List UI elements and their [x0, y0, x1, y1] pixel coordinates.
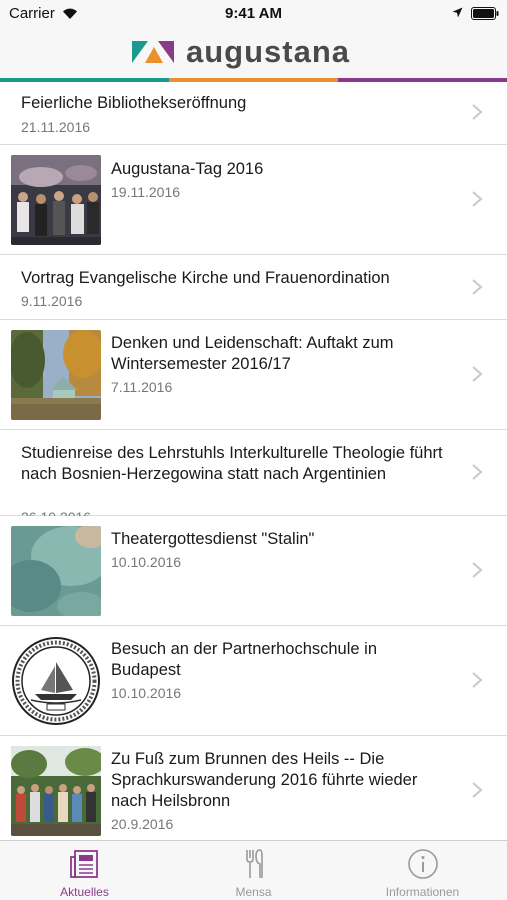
news-title: Denken und Leidenschaft: Auftakt zum Win… — [111, 334, 394, 373]
info-icon — [408, 849, 438, 879]
nav-bar: augustana — [0, 28, 507, 78]
tab-label: Informationen — [385, 885, 460, 899]
news-item[interactable]: Augustana-Tag 2016 19.11.2016 — [0, 145, 507, 255]
news-item[interactable]: Vortrag Evangelische Kirche und Frauenor… — [0, 255, 507, 320]
university-seal-thumbnail — [11, 636, 101, 726]
news-title: Studienreise des Lehrstuhls Interkulture… — [21, 444, 443, 483]
news-item[interactable]: Studienreise des Lehrstuhls Interkulture… — [0, 430, 507, 525]
news-date: 19.11.2016 — [111, 184, 181, 200]
news-item[interactable]: Zu Fuß zum Brunnen des Heils -- Die Spra… — [0, 736, 507, 840]
news-title: Zu Fuß zum Brunnen des Heils -- Die Spra… — [111, 750, 418, 810]
news-date: 21.11.2016 — [21, 119, 91, 135]
chevron-right-icon — [472, 782, 483, 798]
chevron-right-icon — [472, 366, 483, 382]
battery-icon — [471, 7, 499, 20]
chevron-right-icon — [472, 464, 483, 480]
teal-texture-photo-thumbnail — [11, 526, 101, 616]
augustana-logo-icon — [132, 41, 174, 63]
tab-informationen[interactable]: Informationen — [338, 841, 507, 900]
autumn-chapel-photo-thumbnail — [11, 330, 101, 420]
news-item[interactable]: Besuch an der Partnerhochschule in Budap… — [0, 626, 507, 736]
news-title: Besuch an der Partnerhochschule in Budap… — [111, 640, 377, 679]
status-bar: Carrier 9:41 AM — [0, 0, 507, 28]
chevron-right-icon — [472, 104, 483, 120]
news-date: 9.11.2016 — [21, 293, 83, 309]
news-item[interactable]: Denken und Leidenschaft: Auftakt zum Win… — [0, 320, 507, 430]
news-title: Theatergottesdienst "Stalin" — [111, 530, 315, 548]
news-item[interactable]: Theatergottesdienst "Stalin" 10.10.2016 — [0, 516, 507, 626]
tab-mensa[interactable]: Mensa — [169, 841, 338, 900]
chevron-right-icon — [472, 191, 483, 207]
party-photo-thumbnail — [11, 155, 101, 245]
news-title: Augustana-Tag 2016 — [111, 160, 264, 178]
news-date: 10.10.2016 — [111, 685, 182, 701]
tab-aktuelles[interactable]: Aktuelles — [0, 841, 169, 900]
group-hike-photo-thumbnail — [11, 746, 101, 836]
chevron-right-icon — [472, 279, 483, 295]
tab-bar: Aktuelles Mensa Informationen — [0, 840, 507, 900]
news-date: 7.11.2016 — [111, 379, 173, 395]
brand-title: augustana — [186, 34, 351, 69]
chevron-right-icon — [472, 562, 483, 578]
location-arrow-icon — [452, 7, 463, 18]
cutlery-icon — [246, 849, 263, 878]
news-list[interactable]: Feierliche Bibliothekseröffnung 21.11.20… — [0, 82, 507, 840]
tab-label: Aktuelles — [60, 885, 109, 899]
clock: 9:41 AM — [225, 5, 282, 22]
tab-label: Mensa — [235, 885, 272, 899]
news-title: Vortrag Evangelische Kirche und Frauenor… — [21, 269, 390, 287]
news-date: 10.10.2016 — [111, 554, 182, 570]
news-date: 20.9.2016 — [111, 816, 174, 832]
news-title: Feierliche Bibliothekseröffnung — [21, 94, 247, 112]
newspaper-icon — [70, 850, 98, 878]
chevron-right-icon — [472, 672, 483, 688]
news-item[interactable]: Feierliche Bibliothekseröffnung 21.11.20… — [0, 82, 507, 145]
